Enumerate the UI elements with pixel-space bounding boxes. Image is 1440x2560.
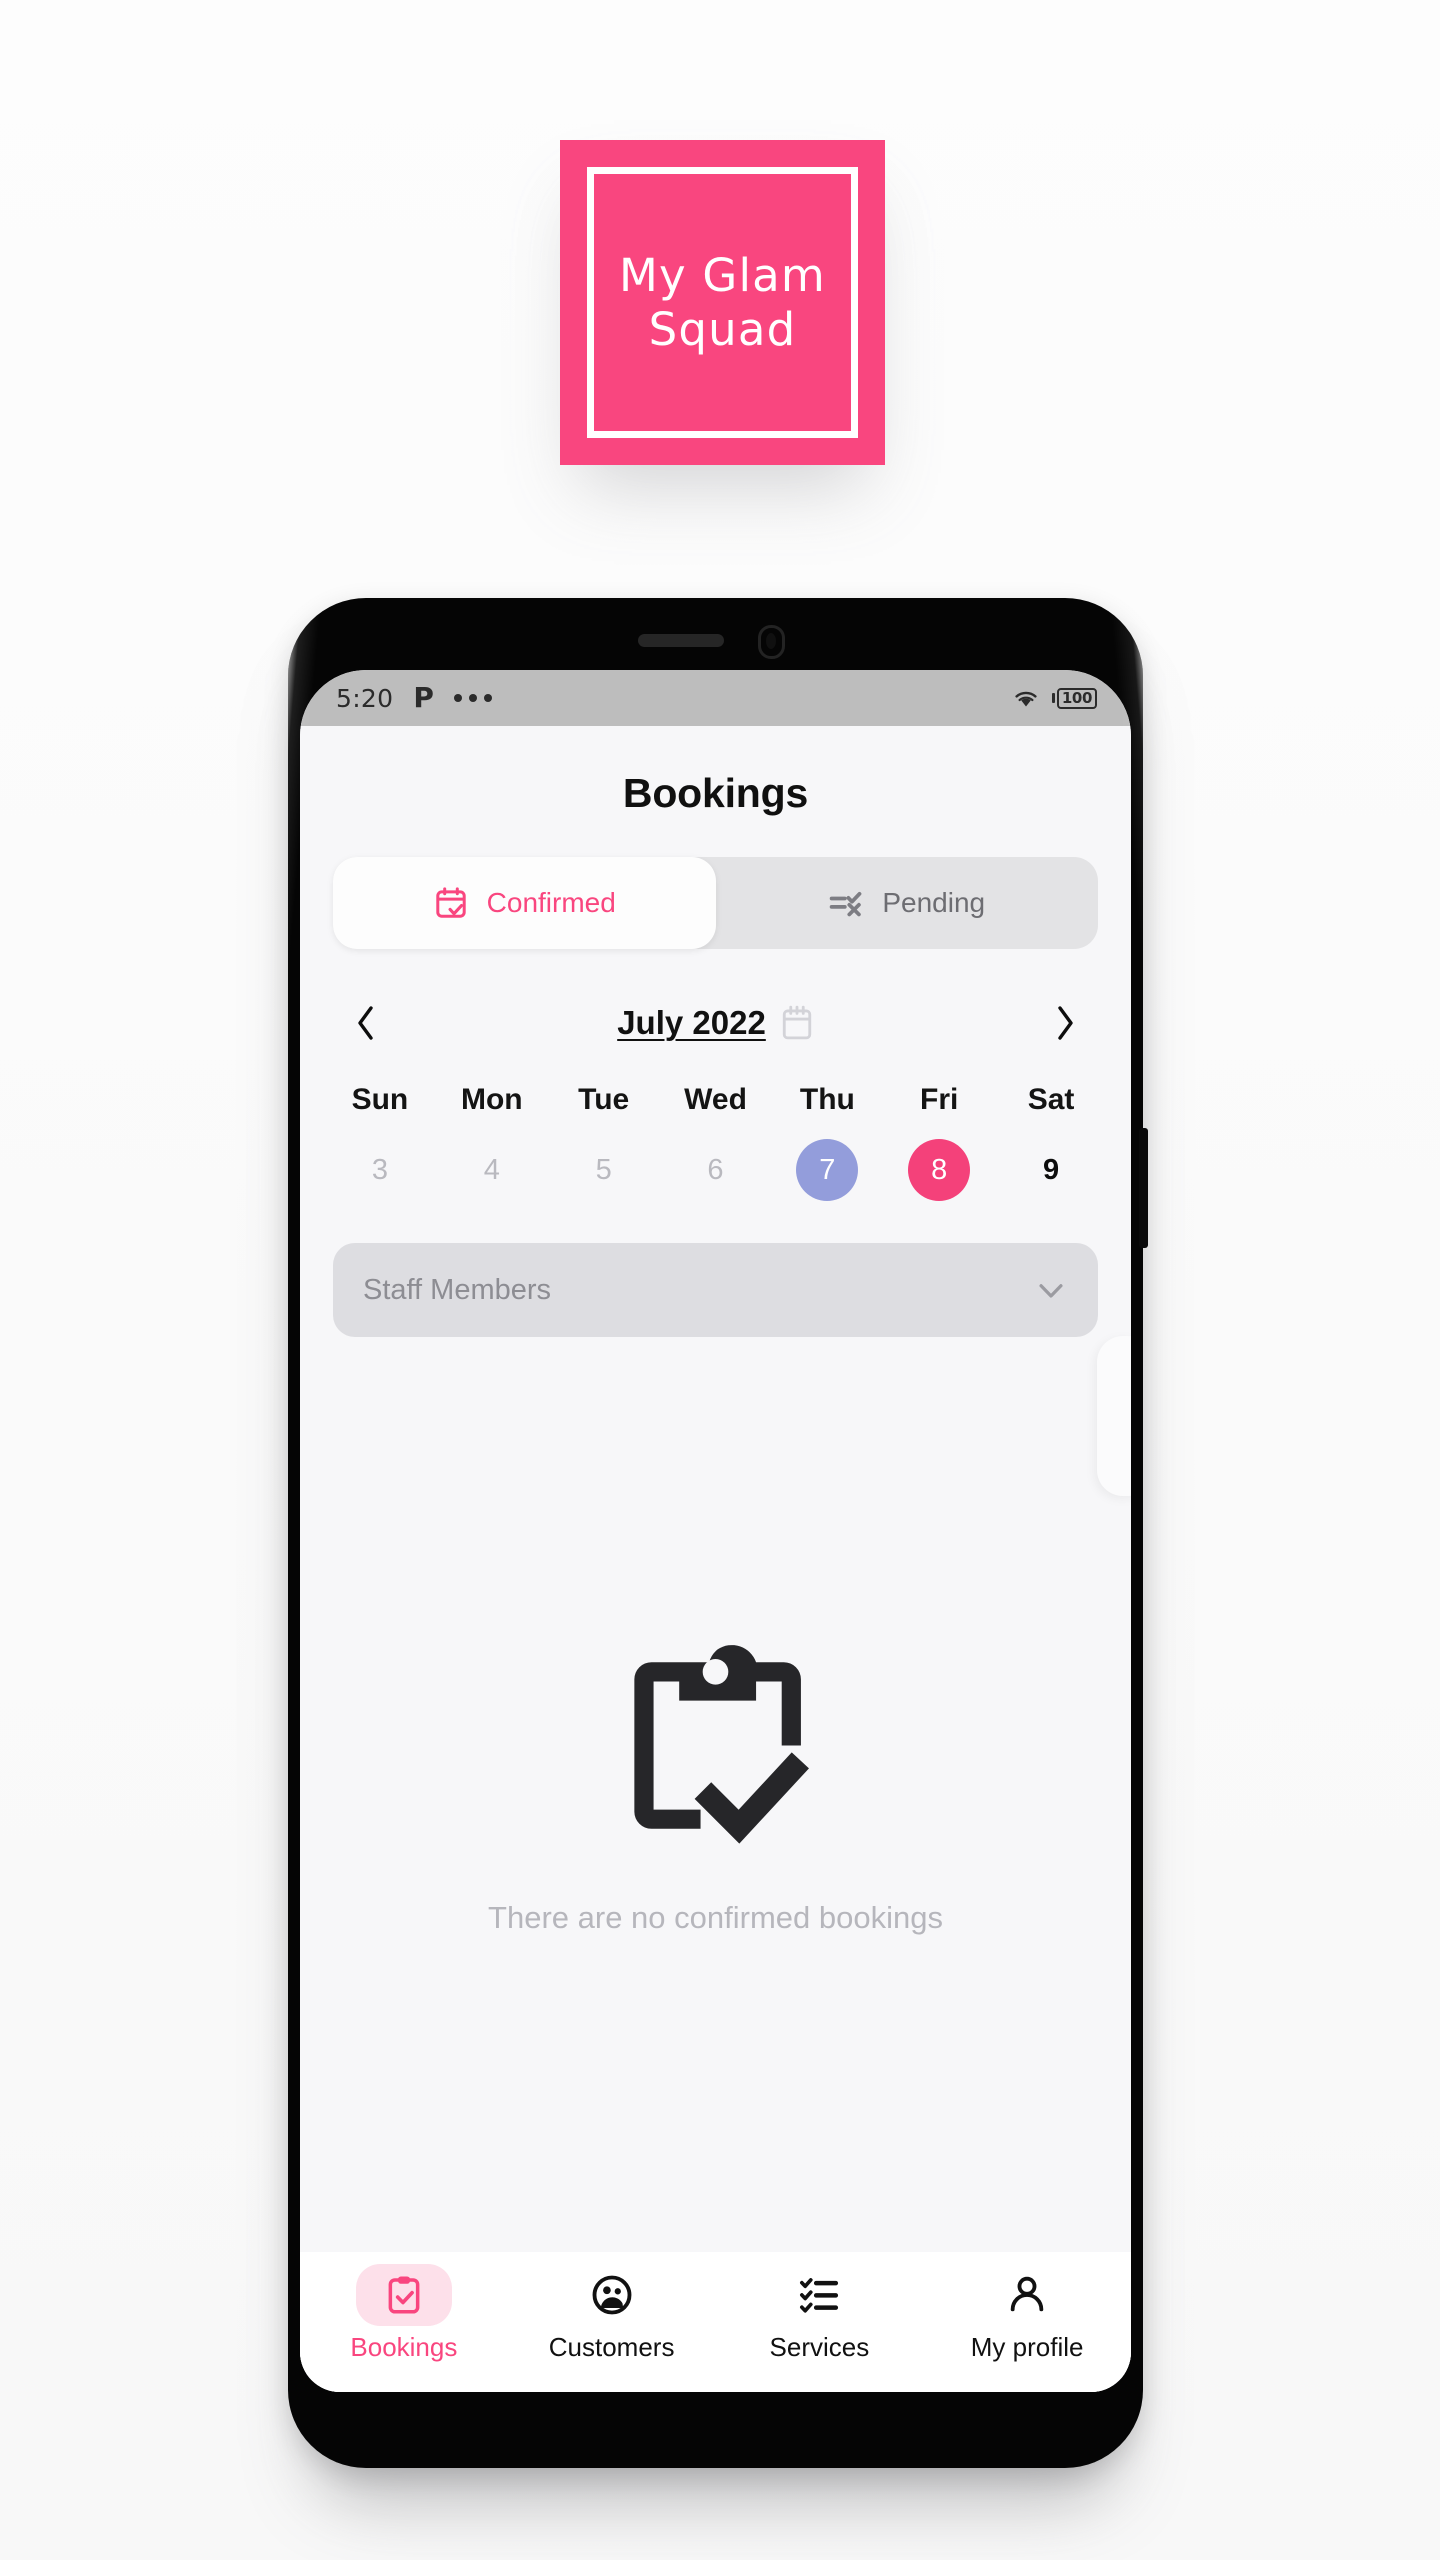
notification-dots-icon bbox=[453, 694, 492, 702]
weekday-label: Wed bbox=[684, 1083, 747, 1116]
staff-members-select[interactable]: Staff Members bbox=[333, 1243, 1098, 1337]
page-title: Bookings bbox=[622, 770, 809, 816]
date-3[interactable]: 3 bbox=[349, 1139, 411, 1201]
person-icon bbox=[1010, 2276, 1044, 2312]
battery-icon: 100 bbox=[1051, 687, 1097, 709]
nav-item-my-profile[interactable]: My profile bbox=[923, 2264, 1131, 2363]
nav-item-bookings[interactable]: Bookings bbox=[300, 2264, 508, 2363]
calendar-header: July 2022 bbox=[340, 997, 1091, 1049]
nav-bookings-label: Bookings bbox=[350, 2332, 458, 2362]
nav-profile-label: My profile bbox=[970, 2332, 1084, 2362]
weekday-label: Fri bbox=[920, 1083, 959, 1116]
chevron-down-icon bbox=[1039, 1284, 1063, 1298]
date-cell: 8 bbox=[883, 1139, 995, 1201]
app-content: Bookings Confirmed Pending July 2022 Sun… bbox=[300, 726, 1131, 2392]
status-time: 5:20 bbox=[336, 683, 394, 713]
wifi-icon bbox=[1015, 691, 1037, 707]
status-bar: 5:20 P 100 bbox=[300, 670, 1131, 726]
calendar-weekday-row: Sun Mon Tue Wed Thu Fri Sat bbox=[324, 1083, 1107, 1117]
chevron-left-icon bbox=[358, 1006, 373, 1040]
checklist-icon bbox=[800, 2278, 839, 2313]
calendar-next-button[interactable] bbox=[1039, 997, 1091, 1049]
clipboard-check-icon bbox=[634, 1645, 809, 1844]
nav-item-customers[interactable]: Customers bbox=[508, 2264, 716, 2363]
nav-customers-label: Customers bbox=[548, 2332, 675, 2362]
date-9[interactable]: 9 bbox=[1020, 1139, 1082, 1201]
calendar-month-picker[interactable]: July 2022 bbox=[392, 1004, 1039, 1042]
calendar-check-icon bbox=[435, 887, 466, 918]
date-cell: 3 bbox=[324, 1139, 436, 1201]
clipboard-check-icon bbox=[388, 2276, 420, 2314]
page-root: My Glam Squad 5:20 P 100 Bookings Confir… bbox=[0, 0, 1440, 2560]
weekday-label: Sun bbox=[351, 1083, 409, 1116]
phone-mockup: 5:20 P 100 Bookings Confirmed Pending Ju… bbox=[288, 598, 1148, 2468]
logo-inner-border: My Glam Squad bbox=[587, 167, 858, 438]
date-cell: 4 bbox=[436, 1139, 548, 1201]
bottom-navigation: Bookings Customers Services My profile bbox=[300, 2252, 1131, 2392]
weekday-label: Mon bbox=[460, 1083, 523, 1116]
date-cell: 9 bbox=[995, 1139, 1107, 1201]
logo-line-2: Squad bbox=[648, 302, 797, 356]
status-bar-right: 100 bbox=[1012, 687, 1097, 709]
nav-services-icon-wrap bbox=[771, 2264, 867, 2326]
weekday-label: Sat bbox=[1027, 1083, 1075, 1116]
calendar-prev-button[interactable] bbox=[340, 997, 392, 1049]
app-logo: My Glam Squad bbox=[560, 140, 885, 465]
phone-side-button[interactable] bbox=[1139, 1128, 1148, 1248]
calendar-month-label: July 2022 bbox=[617, 1004, 766, 1041]
phone-screen: 5:20 P 100 Bookings Confirmed Pending Ju… bbox=[300, 670, 1131, 2392]
booking-status-tabs: Confirmed Pending bbox=[333, 857, 1098, 949]
side-peek-card[interactable] bbox=[1097, 1336, 1131, 1496]
phone-speaker-grille bbox=[637, 634, 724, 647]
nav-services-label: Services bbox=[769, 2332, 870, 2362]
calendar-icon bbox=[782, 1005, 811, 1040]
status-bar-left: 5:20 P bbox=[336, 684, 492, 713]
weekday-label: Thu bbox=[799, 1083, 855, 1116]
staff-members-placeholder: Staff Members bbox=[363, 1273, 552, 1306]
date-8-selected[interactable]: 8 bbox=[908, 1139, 971, 1201]
customers-icon bbox=[592, 2275, 632, 2315]
nav-profile-icon-wrap bbox=[979, 2264, 1075, 2326]
battery-level: 100 bbox=[1056, 687, 1097, 709]
tab-confirmed[interactable]: Confirmed bbox=[333, 857, 716, 949]
nav-item-services[interactable]: Services bbox=[716, 2264, 924, 2363]
phone-front-camera bbox=[757, 625, 785, 659]
tab-pending[interactable]: Pending bbox=[716, 857, 1099, 949]
nav-bookings-icon-wrap bbox=[355, 2264, 452, 2326]
carrier-glyph: P bbox=[413, 681, 434, 714]
list-check-x-icon bbox=[830, 891, 862, 917]
date-cell: 5 bbox=[548, 1139, 660, 1201]
date-cell: 6 bbox=[660, 1139, 772, 1201]
date-4[interactable]: 4 bbox=[461, 1139, 523, 1201]
weekday-label: Tue bbox=[578, 1083, 630, 1116]
empty-state: There are no confirmed bookings bbox=[300, 1337, 1131, 2392]
date-6[interactable]: 6 bbox=[685, 1139, 747, 1201]
logo-line-1: My Glam bbox=[619, 249, 826, 303]
tab-pending-label: Pending bbox=[882, 887, 986, 918]
chevron-right-icon bbox=[1058, 1006, 1073, 1040]
date-7-today[interactable]: 7 bbox=[796, 1139, 859, 1201]
tab-confirmed-label: Confirmed bbox=[486, 887, 616, 918]
nav-customers-icon-wrap bbox=[564, 2264, 660, 2326]
date-5[interactable]: 5 bbox=[573, 1139, 635, 1201]
date-cell: 7 bbox=[771, 1139, 883, 1201]
empty-state-message: There are no confirmed bookings bbox=[488, 1900, 943, 1935]
calendar-date-row: 3 4 5 6 7 8 9 bbox=[324, 1139, 1107, 1201]
